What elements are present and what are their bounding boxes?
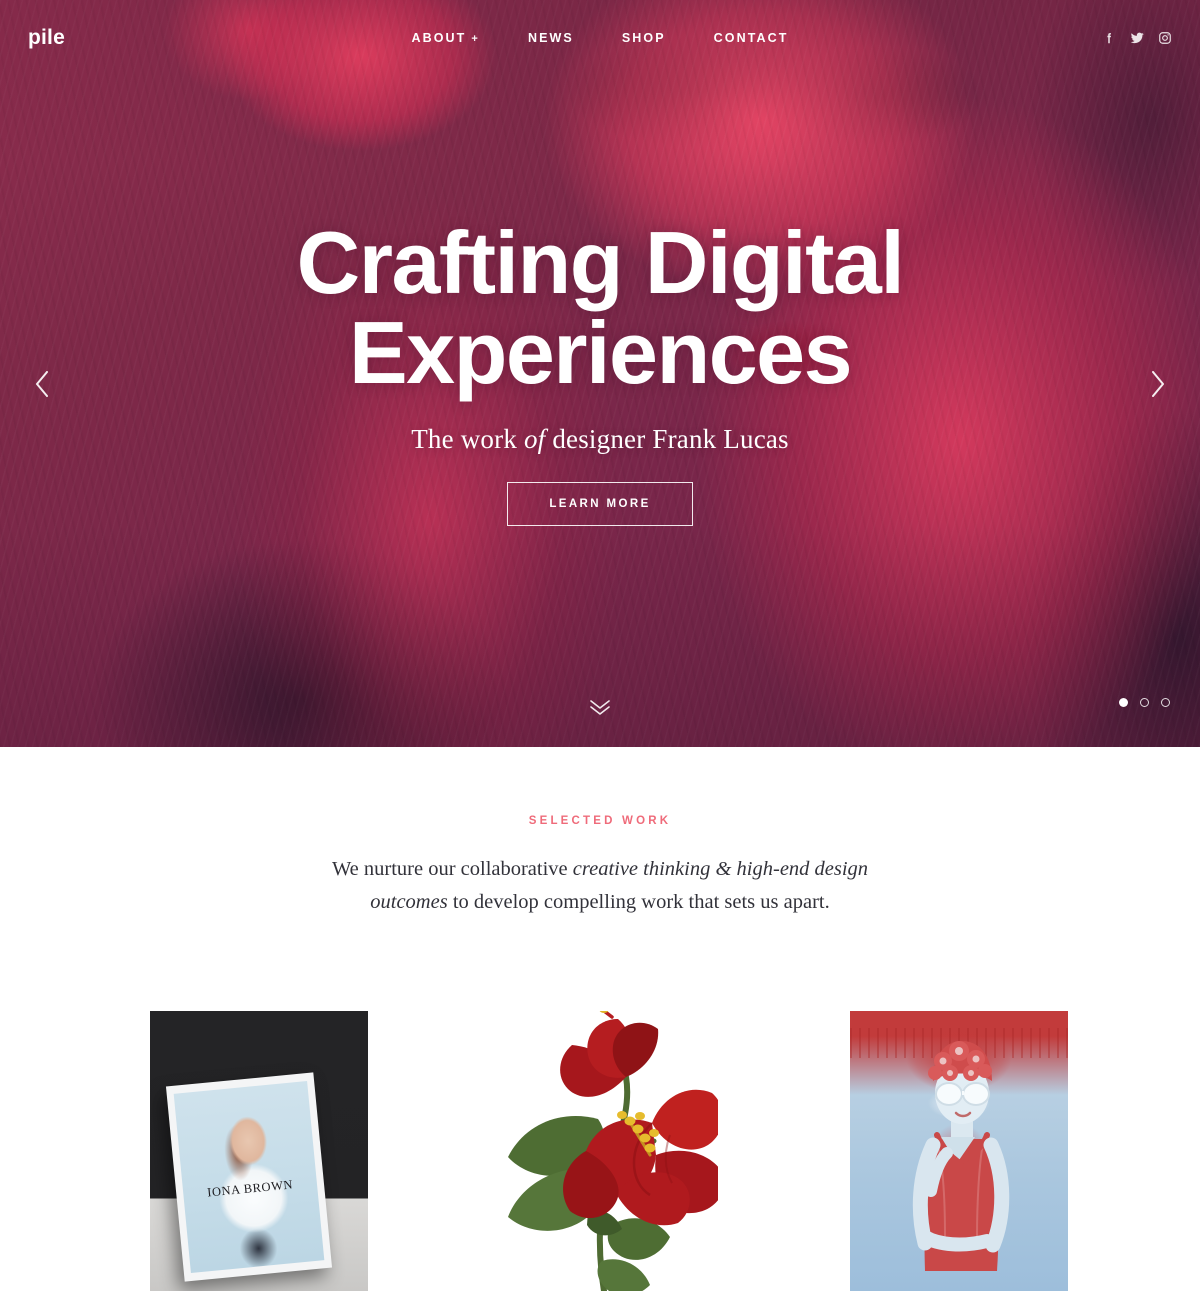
- work-card-hibiscus[interactable]: [500, 1011, 718, 1292]
- main-navigation: ABOUT + NEWS SHOP CONTACT: [278, 31, 922, 45]
- hibiscus-illustration-icon: [508, 1011, 718, 1292]
- nav-item-about-label: ABOUT: [411, 31, 467, 45]
- site-header: pile ABOUT + NEWS SHOP CONTACT: [0, 0, 1200, 76]
- slider-dot-2[interactable]: [1140, 698, 1149, 707]
- hero-subtitle-italic: of: [523, 423, 546, 454]
- poolside-portrait-figure: [912, 1041, 1010, 1272]
- hero-subtitle-after: designer Frank Lucas: [545, 423, 789, 454]
- hero-content: Crafting Digital Experiences The work of…: [0, 218, 1200, 526]
- instagram-icon[interactable]: [1158, 31, 1172, 45]
- nav-item-about[interactable]: ABOUT +: [411, 31, 479, 45]
- learn-more-button[interactable]: LEARN MORE: [507, 481, 693, 526]
- work-card-magazine[interactable]: IONA BROWN: [150, 1011, 368, 1292]
- intro-after: to develop compelling work that sets us …: [447, 891, 830, 914]
- slider-dot-3[interactable]: [1161, 698, 1170, 707]
- slider-prev-button[interactable]: [20, 362, 64, 406]
- work-thumbnail-hibiscus: [500, 1011, 718, 1292]
- magazine-cover: IONA BROWN: [165, 1072, 333, 1283]
- slider-dot-1[interactable]: [1119, 698, 1128, 707]
- intro-before: We nurture our collaborative: [331, 858, 573, 880]
- site-logo[interactable]: pile: [28, 26, 278, 50]
- facebook-icon[interactable]: [1102, 31, 1116, 45]
- work-thumbnail-poolside: [850, 1011, 1068, 1292]
- hero-slider: pile ABOUT + NEWS SHOP CONTACT Crafting …: [0, 0, 1200, 747]
- social-links: [922, 31, 1172, 45]
- hero-subtitle-before: The work: [411, 423, 524, 454]
- slider-next-button[interactable]: [1136, 362, 1180, 406]
- chevron-left-icon: [36, 371, 48, 397]
- page-title: Crafting Digital Experiences: [0, 218, 1200, 398]
- work-thumbnail-magazine: IONA BROWN: [150, 1011, 368, 1292]
- hero-title-line-1: Crafting Digital: [296, 213, 905, 312]
- work-grid: IONA BROWN: [0, 1011, 1200, 1292]
- hero-subtitle: The work of designer Frank Lucas: [0, 424, 1200, 455]
- section-eyebrow: SELECTED WORK: [528, 815, 672, 827]
- nav-item-shop[interactable]: SHOP: [622, 31, 666, 45]
- hero-title-line-2: Experiences: [348, 302, 853, 402]
- magazine-cover-photo: [173, 1081, 325, 1274]
- twitter-icon[interactable]: [1129, 31, 1145, 45]
- slider-pagination: [1119, 698, 1170, 707]
- selected-work-section: SELECTED WORK We nurture our collaborati…: [0, 747, 1200, 1292]
- chevron-plus-icon: +: [471, 33, 480, 45]
- section-intro-text: We nurture our collaborative creative th…: [320, 853, 880, 919]
- work-card-poolside[interactable]: [850, 1011, 1068, 1292]
- chevron-double-down-icon: [590, 700, 610, 715]
- nav-item-news[interactable]: NEWS: [528, 31, 574, 45]
- nav-item-contact[interactable]: CONTACT: [714, 31, 789, 45]
- scroll-down-button[interactable]: [580, 693, 620, 721]
- chevron-right-icon: [1152, 371, 1164, 397]
